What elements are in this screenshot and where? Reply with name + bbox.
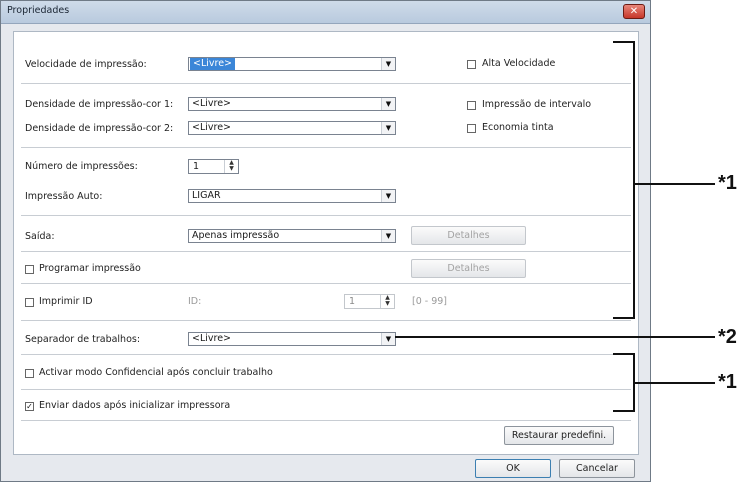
id-range: [0 - 99] [412,296,448,307]
copies-stepper[interactable]: 1 ▲ ▼ [188,159,239,174]
bracket-bottom [613,410,635,412]
leader-line [635,382,715,384]
annotation-1: *1 [718,172,737,194]
auto-print-select[interactable]: LIGAR ▼ [188,189,396,203]
divider [21,147,631,148]
id-stepper[interactable]: 1 ▲ ▼ [344,294,395,309]
print-speed-select[interactable]: <Livre> ▼ [188,57,396,71]
id-value: 1 [349,296,356,307]
divider [21,354,631,355]
chevron-down-icon[interactable]: ▼ [381,333,395,345]
density-2-value: <Livre> [192,122,232,133]
dialog-title: Propriedades [7,5,70,16]
id-label: ID: [188,296,202,307]
auto-print-label: Impressão Auto: [25,191,103,202]
job-separator-value: <Livre> [192,333,232,344]
settings-panel [13,31,639,455]
ink-economy-checkbox[interactable] [467,124,476,133]
divider [21,83,631,84]
job-separator-select[interactable]: <Livre> ▼ [188,332,396,346]
divider [21,215,631,216]
interval-print-checkbox[interactable] [467,101,476,110]
divider [21,389,631,390]
properties-dialog: Propriedades ✕ Velocidade de impressão: … [0,0,651,482]
bracket-top [613,353,635,355]
confidential-mode-label: Activar modo Confidencial após concluir … [39,367,273,378]
density-1-value: <Livre> [192,98,232,109]
density-2-select[interactable]: <Livre> ▼ [188,121,396,135]
bracket-vertical [633,41,635,319]
print-id-label: Imprimir ID [39,296,93,307]
print-id-checkbox[interactable] [25,298,34,307]
leader-line [635,183,715,185]
density-1-label: Densidade de impressão-cor 1: [25,99,174,110]
divider [21,251,631,252]
close-icon[interactable]: ✕ [623,4,645,19]
schedule-print-checkbox[interactable] [25,265,34,274]
ink-economy-label: Economia tinta [482,122,554,133]
copies-value: 1 [193,161,200,172]
restore-defaults-button[interactable]: Restaurar predefini. [504,426,614,445]
chevron-down-icon[interactable]: ▼ [381,230,395,242]
divider [21,420,631,421]
title-bar: Propriedades ✕ [1,1,650,24]
output-details-button[interactable]: Detalhes [411,226,526,245]
ok-button[interactable]: OK [475,459,551,478]
divider [21,283,631,284]
auto-print-value: LIGAR [192,190,221,201]
annotation-3: *1 [718,371,737,393]
chevron-down-icon[interactable]: ▼ [381,98,395,110]
schedule-print-label: Programar impressão [39,263,141,274]
spin-arrows-icon[interactable]: ▲ ▼ [224,160,238,173]
density-1-select[interactable]: <Livre> ▼ [188,97,396,111]
spin-arrows-icon[interactable]: ▲ ▼ [380,295,394,308]
bracket-bottom [613,317,635,319]
output-value: Apenas impressão [192,230,280,241]
job-separator-label: Separador de trabalhos: [25,334,141,345]
annotation-2: *2 [718,326,737,348]
send-data-checkbox[interactable]: ✓ [25,402,34,411]
leader-line [395,336,715,338]
schedule-details-button[interactable]: Detalhes [411,259,526,278]
print-speed-label: Velocidade de impressão: [25,59,147,70]
output-select[interactable]: Apenas impressão ▼ [188,229,396,243]
high-speed-checkbox[interactable] [467,60,476,69]
confidential-mode-checkbox[interactable] [25,369,34,378]
divider [21,320,631,321]
chevron-down-icon[interactable]: ▼ [381,58,395,70]
bracket-top [613,41,635,43]
print-speed-value: <Livre> [190,58,236,70]
high-speed-label: Alta Velocidade [482,58,556,69]
chevron-down-icon[interactable]: ▼ [381,190,395,202]
density-2-label: Densidade de impressão-cor 2: [25,123,174,134]
cancel-button[interactable]: Cancelar [559,459,635,478]
send-data-label: Enviar dados após inicializar impressora [39,400,231,411]
copies-label: Número de impressões: [25,161,138,172]
chevron-down-icon[interactable]: ▼ [381,122,395,134]
output-label: Saída: [25,231,55,242]
interval-print-label: Impressão de intervalo [482,99,592,110]
